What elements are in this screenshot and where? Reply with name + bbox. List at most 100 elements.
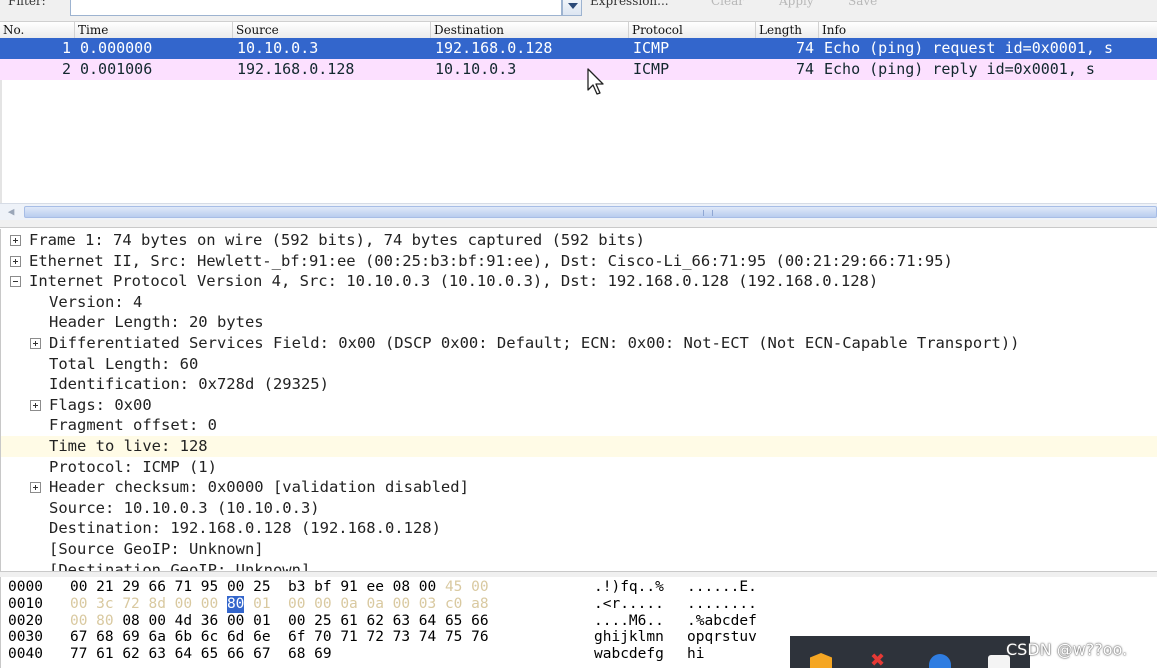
detail-tree-row[interactable]: Header Length: 20 bytes bbox=[1, 312, 1157, 333]
hex-byte[interactable]: 68 bbox=[288, 646, 305, 663]
column-header-time[interactable]: Time bbox=[74, 22, 108, 39]
hex-byte[interactable]: 00 bbox=[393, 596, 410, 613]
hex-byte[interactable]: 62 bbox=[122, 646, 139, 663]
hex-byte[interactable]: c0 bbox=[445, 596, 462, 613]
hex-byte[interactable]: 00 bbox=[70, 579, 87, 596]
column-header-protocol[interactable]: Protocol bbox=[628, 22, 683, 39]
detail-tree-row[interactable]: Flags: 0x00 bbox=[1, 395, 1157, 416]
hex-byte[interactable]: 64 bbox=[419, 613, 436, 630]
shield-icon[interactable] bbox=[810, 653, 832, 668]
detail-tree-row[interactable]: [Destination GeoIP: Unknown] bbox=[1, 560, 1157, 571]
hex-byte[interactable]: 01 bbox=[253, 613, 270, 630]
hex-byte[interactable]: 00 bbox=[175, 596, 192, 613]
hex-byte[interactable]: 91 bbox=[340, 579, 357, 596]
hex-byte[interactable]: 00 bbox=[314, 596, 331, 613]
hex-byte[interactable]: 6a bbox=[148, 629, 165, 646]
hex-byte[interactable]: 75 bbox=[445, 629, 462, 646]
detail-tree-row[interactable]: [Source GeoIP: Unknown] bbox=[1, 539, 1157, 560]
detail-tree-row[interactable]: Ethernet II, Src: Hewlett-_bf:91:ee (00:… bbox=[1, 251, 1157, 272]
hex-byte[interactable]: 6c bbox=[201, 629, 218, 646]
hex-byte[interactable]: 63 bbox=[148, 646, 165, 663]
hex-byte[interactable]: bf bbox=[314, 579, 331, 596]
hex-byte[interactable]: 72 bbox=[122, 596, 139, 613]
hex-byte[interactable]: 45 bbox=[445, 579, 462, 596]
hex-ascii-left[interactable]: .<r..... bbox=[594, 596, 664, 613]
hex-byte[interactable]: 0a bbox=[340, 596, 357, 613]
hex-byte[interactable]: 3c bbox=[96, 596, 113, 613]
pane-splitter[interactable] bbox=[0, 220, 1157, 228]
hex-ascii-right[interactable]: .%abcdef bbox=[687, 613, 757, 630]
hex-byte[interactable]: 00 bbox=[288, 613, 305, 630]
detail-tree-row[interactable]: Time to live: 128 bbox=[1, 436, 1157, 457]
hex-byte[interactable]: 00 bbox=[419, 579, 436, 596]
hex-byte[interactable]: 01 bbox=[253, 596, 270, 613]
hex-byte[interactable]: 00 bbox=[471, 579, 488, 596]
hex-byte[interactable]: 6d bbox=[227, 629, 244, 646]
hex-byte[interactable]: 68 bbox=[96, 629, 113, 646]
detail-tree-row[interactable]: Fragment offset: 0 bbox=[1, 415, 1157, 436]
clear-button[interactable]: Clear bbox=[711, 0, 744, 8]
packet-row-selected[interactable]: 1 0.000000 10.10.0.3 192.168.0.128 ICMP … bbox=[0, 38, 1157, 59]
hex-byte[interactable]: 6e bbox=[253, 629, 270, 646]
hex-byte[interactable]: 6f bbox=[288, 629, 305, 646]
detail-tree-row[interactable]: Header checksum: 0x0000 [validation disa… bbox=[1, 477, 1157, 498]
hex-byte[interactable]: 61 bbox=[96, 646, 113, 663]
expand-plus-icon[interactable] bbox=[10, 235, 21, 246]
hex-byte[interactable]: 00 bbox=[148, 613, 165, 630]
hex-ascii-left[interactable]: ghijklmn bbox=[594, 629, 664, 646]
hex-byte[interactable]: 00 bbox=[227, 579, 244, 596]
hex-byte[interactable]: 03 bbox=[419, 596, 436, 613]
hex-byte[interactable]: 64 bbox=[175, 646, 192, 663]
hex-ascii-left[interactable]: wabcdefg bbox=[594, 646, 664, 663]
hex-byte[interactable]: 63 bbox=[393, 613, 410, 630]
hex-ascii-right[interactable]: hi bbox=[687, 646, 704, 663]
column-header-destination[interactable]: Destination bbox=[430, 22, 504, 39]
hex-byte[interactable]: a8 bbox=[471, 596, 488, 613]
hex-byte[interactable]: 77 bbox=[70, 646, 87, 663]
filter-input[interactable] bbox=[70, 0, 562, 16]
scroll-left-arrow-icon[interactable]: ◀ bbox=[4, 205, 18, 219]
packet-row[interactable]: 2 0.001006 192.168.0.128 10.10.0.3 ICMP … bbox=[0, 59, 1157, 80]
hex-byte[interactable]: 66 bbox=[471, 613, 488, 630]
hex-byte[interactable]: 00 bbox=[70, 596, 87, 613]
browser-icon[interactable] bbox=[929, 654, 951, 668]
save-button[interactable]: Save bbox=[848, 0, 877, 8]
detail-tree-row[interactable]: Protocol: ICMP (1) bbox=[1, 457, 1157, 478]
scrollbar-thumb[interactable] bbox=[24, 206, 1157, 218]
hex-byte[interactable]: 66 bbox=[227, 646, 244, 663]
hex-byte[interactable]: 61 bbox=[340, 613, 357, 630]
detail-tree-row[interactable]: Version: 4 bbox=[1, 292, 1157, 313]
expand-plus-icon[interactable] bbox=[30, 338, 41, 349]
hex-byte[interactable]: 73 bbox=[393, 629, 410, 646]
packet-list-empty-area[interactable] bbox=[0, 80, 1157, 204]
hex-ascii-left[interactable]: .!)fq..% bbox=[594, 579, 664, 596]
hex-byte[interactable]: 70 bbox=[314, 629, 331, 646]
hex-byte[interactable]: 69 bbox=[122, 629, 139, 646]
hex-byte[interactable]: 67 bbox=[253, 646, 270, 663]
hex-byte[interactable]: 71 bbox=[175, 579, 192, 596]
hex-byte[interactable]: 4d bbox=[175, 613, 192, 630]
hex-byte[interactable]: 8d bbox=[148, 596, 165, 613]
hex-byte[interactable]: 00 bbox=[288, 596, 305, 613]
hex-byte[interactable]: 71 bbox=[340, 629, 357, 646]
hex-byte[interactable]: 08 bbox=[393, 579, 410, 596]
detail-tree-row[interactable]: Internet Protocol Version 4, Src: 10.10.… bbox=[1, 271, 1157, 292]
x-logo-icon[interactable]: ✖ bbox=[870, 652, 890, 668]
hex-byte[interactable]: 80 bbox=[96, 613, 113, 630]
hex-byte[interactable]: 00 bbox=[227, 613, 244, 630]
column-header-source[interactable]: Source bbox=[232, 22, 279, 39]
detail-tree-row[interactable]: Differentiated Services Field: 0x00 (DSC… bbox=[1, 333, 1157, 354]
hex-byte[interactable]: 00 bbox=[201, 596, 218, 613]
detail-tree-row[interactable]: Source: 10.10.0.3 (10.10.0.3) bbox=[1, 498, 1157, 519]
hex-byte[interactable]: 65 bbox=[201, 646, 218, 663]
hex-byte[interactable]: 25 bbox=[314, 613, 331, 630]
hex-ascii-right[interactable]: ......E. bbox=[687, 579, 757, 596]
detail-tree-row[interactable]: Destination: 192.168.0.128 (192.168.0.12… bbox=[1, 518, 1157, 539]
hex-byte[interactable]: 65 bbox=[445, 613, 462, 630]
detail-tree-row[interactable]: Identification: 0x728d (29325) bbox=[1, 374, 1157, 395]
column-header-no[interactable]: No. bbox=[0, 22, 24, 39]
hex-byte[interactable]: 95 bbox=[201, 579, 218, 596]
hex-byte[interactable]: ee bbox=[366, 579, 383, 596]
hex-byte[interactable]: 6b bbox=[175, 629, 192, 646]
expand-plus-icon[interactable] bbox=[10, 255, 21, 267]
